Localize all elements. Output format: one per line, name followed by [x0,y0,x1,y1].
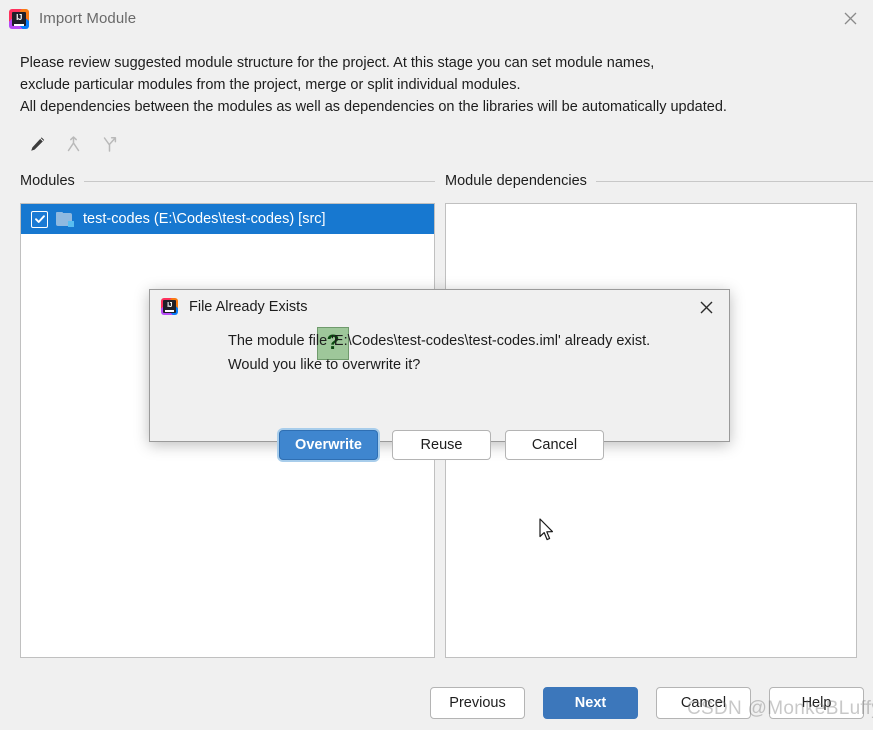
module-checkbox[interactable] [31,210,48,228]
module-folder-icon [56,211,74,227]
previous-button[interactable]: Previous [430,687,525,719]
wizard-button-bar: Previous Next Cancel Help [430,687,864,719]
dialog-body: ? The module file 'E:\Codes\test-codes\t… [150,323,729,460]
dialog-message: The module file 'E:\Codes\test-codes\tes… [228,329,650,377]
modules-section-label: Modules [20,173,75,189]
module-name-label: test-codes (E:\Codes\test-codes) [src] [83,211,326,227]
edit-icon[interactable] [24,131,50,157]
dialog-cancel-button[interactable]: Cancel [505,430,604,460]
next-button[interactable]: Next [543,687,638,719]
dialog-title: File Already Exists [189,298,308,315]
window-titlebar: IJ Import Module [0,0,873,37]
reuse-button[interactable]: Reuse [392,430,491,460]
wizard-description: Please review suggested module structure… [20,52,855,118]
modules-header-divider [83,180,435,182]
window-title: Import Module [39,10,137,27]
description-line-1: Please review suggested module structure… [20,55,655,71]
dependencies-section-header: Module dependencies [445,173,873,189]
list-item[interactable]: test-codes (E:\Codes\test-codes) [src] [21,204,434,234]
split-icon [96,131,122,157]
dependencies-header-divider [595,180,873,182]
window-close-icon[interactable] [827,0,873,37]
dialog-button-bar: Overwrite Reuse Cancel [279,430,604,460]
intellij-idea-icon: IJ [161,298,178,315]
import-module-window: IJ Import Module Please review suggested… [0,0,873,730]
dependencies-section-label: Module dependencies [445,173,587,189]
dialog-message-line-1: The module file 'E:\Codes\test-codes\tes… [228,333,651,349]
module-toolbar [24,131,122,157]
modules-section-header: Modules [20,173,435,189]
intellij-idea-icon: IJ [9,8,29,29]
help-button[interactable]: Help [769,687,864,719]
overwrite-button[interactable]: Overwrite [279,430,378,460]
dialog-message-line-2: Would you like to overwrite it? [228,357,421,373]
merge-icon [60,131,86,157]
dialog-titlebar: IJ File Already Exists [150,290,729,323]
dialog-close-icon[interactable] [691,294,721,320]
description-line-2: exclude particular modules from the proj… [20,77,521,93]
description-line-3: All dependencies between the modules as … [20,99,727,115]
file-already-exists-dialog: IJ File Already Exists ? The module file… [149,289,730,460]
cancel-button[interactable]: Cancel [656,687,751,719]
